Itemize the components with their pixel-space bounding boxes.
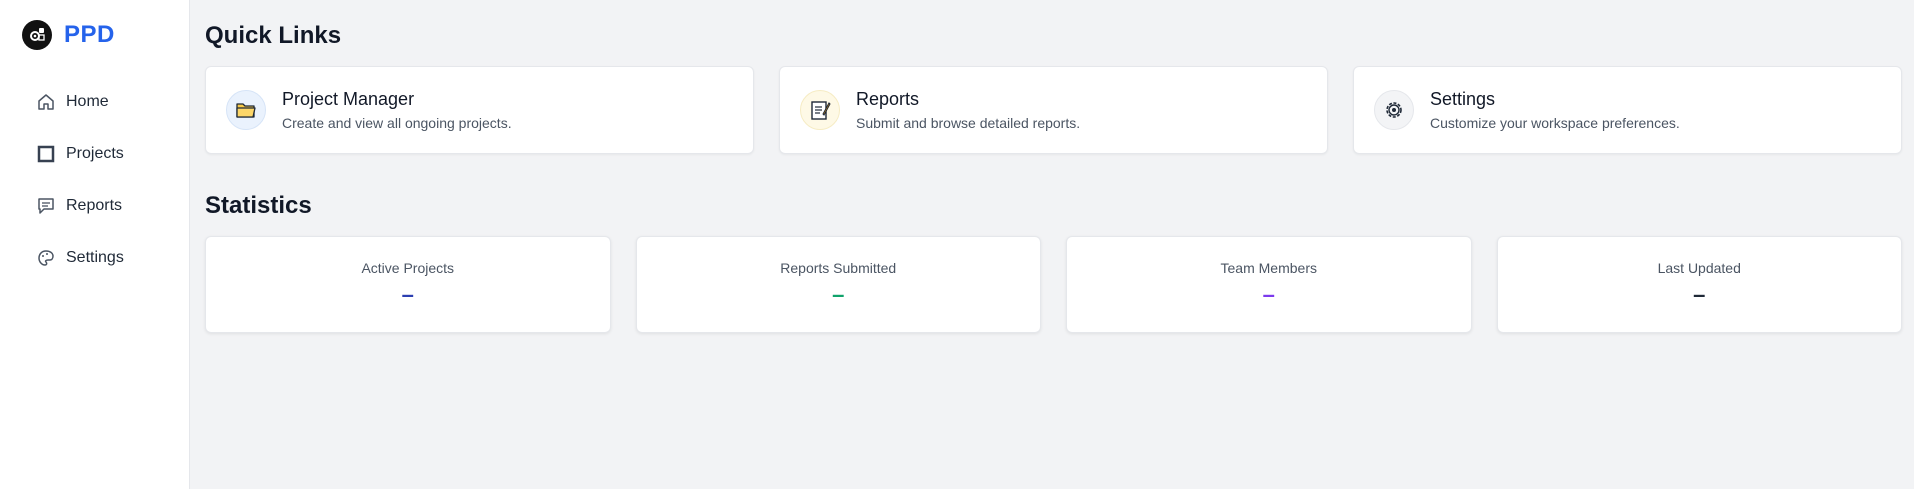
quick-link-project-manager[interactable]: Project Manager Create and view all ongo… [205,66,754,154]
quick-links-title: Quick Links [205,22,342,49]
stat-card-active-projects: Active Projects – [205,236,611,333]
link-description: Create and view all ongoing projects. [282,115,512,131]
sidebar-item-home[interactable]: Home [0,76,189,128]
link-title: Settings [1430,89,1496,109]
link-description: Submit and browse detailed reports. [856,115,1081,131]
brand[interactable]: PPD [0,18,189,52]
sidebar-item-label: Projects [66,145,124,162]
main-content: Quick Links Project Manager Create and v… [190,0,1914,489]
link-description: Customize your workspace preferences. [1430,115,1680,131]
stat-card-reports-submitted: Reports Submitted – [635,236,1041,333]
statistics-row: Active Projects – Reports Submitted – Te… [205,236,1902,333]
quick-link-reports[interactable]: Reports Submit and browse detailed repor… [779,66,1328,154]
stat-value: – [401,282,414,307]
sidebar-item-label: Settings [66,249,124,266]
gear-icon [1374,90,1414,130]
stat-label: Last Updated [1657,260,1741,276]
sidebar-item-settings[interactable]: Settings [0,232,189,284]
link-title: Project Manager [282,89,415,109]
square-icon [36,144,56,164]
stat-label: Reports Submitted [780,260,897,276]
link-text: Reports Submit and browse detailed repor… [856,89,1080,131]
palette-icon [36,248,56,268]
stat-label: Team Members [1220,260,1317,276]
sidebar-item-label: Reports [66,197,123,214]
link-text: Project Manager Create and view all ongo… [282,89,512,131]
sidebar-item-label: Home [66,93,109,110]
stat-value: – [1262,282,1275,307]
stat-value: – [832,282,845,307]
sidebar-item-reports[interactable]: Reports [0,180,189,232]
sidebar: PPD Home Projects Reports Settings [0,0,190,489]
statistics-title: Statistics [205,192,312,219]
chat-icon [36,196,56,216]
stat-card-team-members: Team Members – [1066,236,1472,333]
stat-label: Active Projects [361,260,455,276]
brand-name: PPD [64,21,115,48]
quick-links-row: Project Manager Create and view all ongo… [205,66,1902,154]
quick-link-settings[interactable]: Settings Customize your workspace prefer… [1353,66,1902,154]
stat-value: – [1693,282,1706,307]
folder-icon [226,90,266,130]
sidebar-item-projects[interactable]: Projects [0,128,189,180]
stat-card-last-updated: Last Updated – [1496,236,1902,333]
link-title: Reports [856,89,920,109]
link-text: Settings Customize your workspace prefer… [1430,89,1680,131]
home-icon [36,92,56,112]
gear-icon [22,20,52,50]
memo-icon [800,90,840,130]
